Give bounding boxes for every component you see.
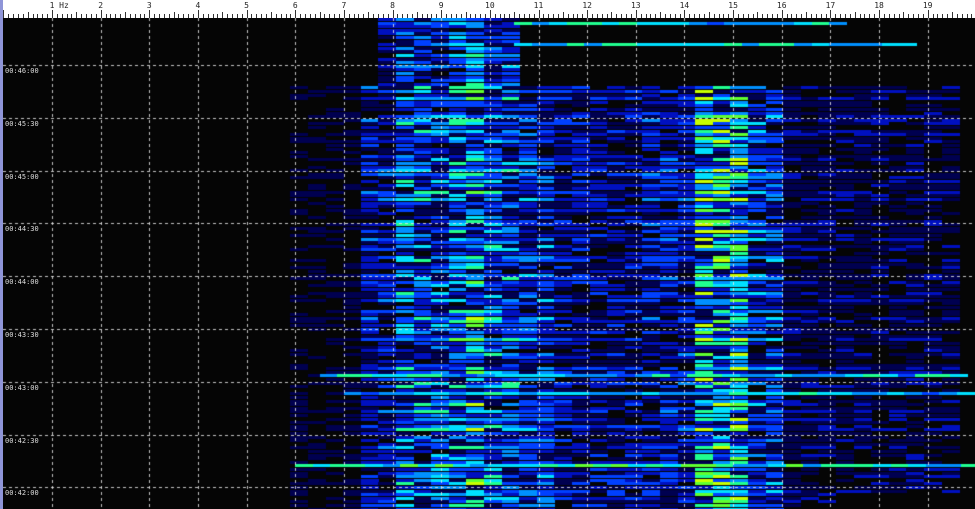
ruler-tick (781, 10, 783, 18)
frequency-label: 3 (146, 1, 152, 10)
frequency-label: 15 (728, 1, 738, 10)
frequency-label: 9 (438, 1, 444, 10)
frequency-label: 8 (390, 1, 395, 10)
ruler-tick (343, 10, 345, 18)
ruler-tick (197, 10, 199, 18)
ruler-tick (538, 10, 540, 18)
frequency-ruler: 1 Hz 2 3 4 5 6 7 8 9 10 11 12 13 14 15 16 17 18 19 (3, 0, 975, 19)
frequency-label: 11 (533, 1, 544, 10)
frequency-label: 19 (922, 1, 933, 10)
frequency-label: 12 (582, 1, 592, 10)
ruler-tick (52, 10, 53, 18)
ruler-tick (927, 10, 929, 18)
spectrogram-canvas[interactable] (3, 18, 975, 509)
frequency-label: 16 (776, 1, 787, 10)
ruler-tick (392, 10, 394, 18)
ruler-tick (295, 10, 297, 18)
frequency-label: 5 (244, 1, 250, 10)
time-label: 00:43:30 (5, 330, 39, 339)
ruler-tick (149, 10, 151, 18)
ruler-tick (733, 10, 735, 18)
ruler-tick (3, 10, 5, 18)
time-label: 00:44:00 (5, 277, 39, 286)
ruler-tick (587, 10, 589, 18)
spectrogram-waterfall[interactable]: 00:46:00 00:45:30 00:45:00 00:44:30 00:44:00… (3, 18, 975, 509)
frequency-label: 10 (485, 1, 495, 10)
time-label: 00:45:00 (5, 172, 39, 181)
ruler-tick (684, 10, 686, 18)
frequency-unit-label: Hz (59, 1, 69, 10)
time-label: 00:42:30 (5, 436, 39, 445)
frequency-label: 7 (341, 1, 347, 10)
frequency-label: 4 (195, 1, 201, 10)
time-label: 00:45:30 (5, 119, 39, 128)
ruler-tick (489, 10, 491, 18)
frequency-label: 17 (825, 1, 836, 10)
frequency-label: 1 (49, 1, 55, 10)
time-label: 00:42:00 (5, 488, 39, 497)
ruler-tick (246, 10, 248, 18)
frequency-label: 14 (679, 1, 690, 10)
frequency-label: 18 (874, 1, 884, 10)
frequency-label: 13 (630, 1, 641, 10)
ruler-tick (879, 10, 881, 18)
ruler-tick (100, 10, 102, 18)
time-label: 00:46:00 (5, 66, 39, 75)
time-label: 00:43:00 (5, 383, 39, 392)
time-label: 00:44:30 (5, 224, 39, 233)
ruler-tick (830, 10, 832, 18)
frequency-label: 2 (98, 1, 104, 10)
ruler-tick (635, 10, 637, 18)
frequency-label: 6 (292, 1, 298, 10)
ruler-tick (441, 10, 443, 18)
